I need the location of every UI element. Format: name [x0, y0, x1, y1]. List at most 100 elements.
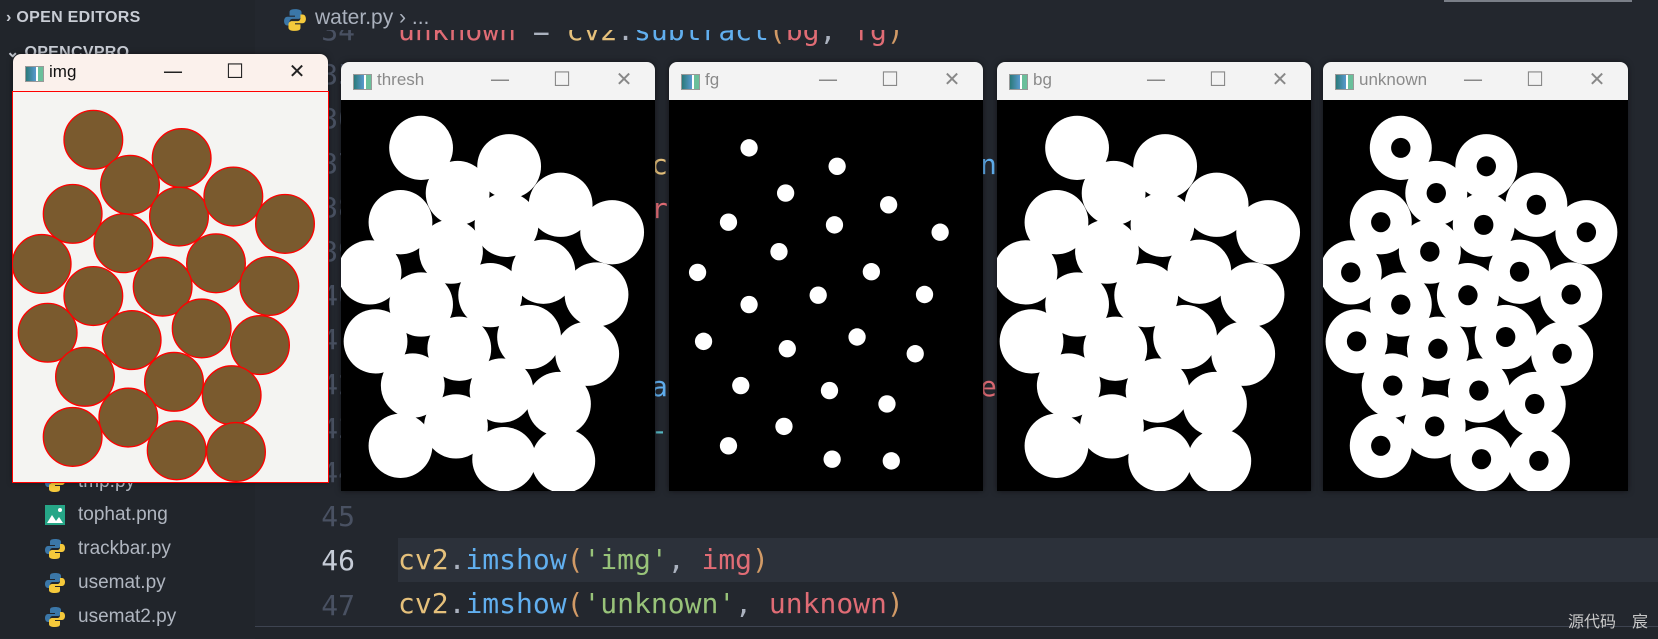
foreground-marker — [906, 345, 924, 363]
coin-mask — [1187, 428, 1252, 491]
window-bg[interactable]: bg — ☐ ✕ — [997, 62, 1311, 491]
scrollbar-indicator — [1444, 0, 1632, 2]
title-bar[interactable]: fg — ☐ ✕ — [669, 62, 983, 100]
breadcrumb: water.py › ... — [255, 0, 1658, 31]
foreground-marker — [931, 223, 949, 241]
minimize-button[interactable]: — — [158, 59, 188, 83]
unknown-hole — [1458, 285, 1478, 306]
img-image — [12, 91, 329, 483]
unknown-hole — [1474, 214, 1494, 235]
breadcrumb-symbols[interactable]: ... — [412, 6, 430, 29]
breadcrumb-file[interactable]: water.py — [315, 6, 393, 29]
app-icon — [25, 66, 44, 82]
coin — [206, 421, 266, 482]
minimize-button[interactable]: — — [485, 67, 515, 91]
unknown-hole — [1509, 261, 1530, 282]
status-source[interactable]: 源代码 — [1568, 608, 1616, 632]
unknown-hole — [1391, 294, 1411, 315]
code-line-46: cv2.imshow('img', img) — [398, 543, 769, 576]
minimize-button[interactable]: — — [813, 67, 843, 91]
maximize-button[interactable]: ☐ — [220, 59, 250, 83]
foreground-marker — [825, 216, 844, 234]
coin-mask — [1183, 371, 1247, 437]
status-user[interactable]: 宸 — [1632, 608, 1648, 632]
coin — [98, 387, 159, 448]
close-button[interactable]: ✕ — [937, 67, 967, 91]
code-line-47: cv2.imshow('unknown', unknown) — [398, 587, 904, 620]
foreground-marker — [828, 157, 846, 175]
foreground-marker — [732, 376, 750, 395]
window-title: bg — [1033, 70, 1052, 89]
coin — [239, 255, 300, 317]
window-title: unknown — [1359, 70, 1428, 89]
foreground-marker — [809, 286, 827, 304]
coin-mask — [527, 371, 591, 437]
foreground-marker — [740, 139, 758, 157]
python-icon — [44, 606, 66, 628]
window-thresh[interactable]: thresh — ☐ ✕ — [341, 62, 655, 491]
file-tophat-png[interactable]: tophat.png — [44, 500, 168, 530]
window-title: img — [49, 62, 77, 81]
unknown-hole — [1383, 375, 1403, 396]
minimize-button[interactable]: — — [1458, 67, 1488, 91]
file-usemat2-py[interactable]: usemat2.py — [44, 602, 176, 632]
coin — [13, 233, 72, 295]
coin — [100, 154, 160, 215]
window-unknown[interactable]: unknown — ☐ ✕ — [1323, 62, 1628, 491]
title-bar[interactable]: unknown — ☐ ✕ — [1323, 62, 1628, 100]
line-number: 45 — [321, 500, 355, 534]
coin-mask — [1128, 427, 1193, 491]
unknown-hole — [1471, 449, 1492, 470]
file-trackbar-py[interactable]: trackbar.py — [44, 534, 171, 564]
window-fg[interactable]: fg — ☐ ✕ — [669, 62, 983, 491]
minimize-button[interactable]: — — [1141, 67, 1171, 91]
title-bar[interactable]: thresh — ☐ ✕ — [341, 62, 655, 100]
unknown-hole — [1561, 284, 1581, 305]
coin — [55, 346, 115, 407]
title-bar[interactable]: bg — ☐ ✕ — [997, 62, 1311, 100]
coin-mask — [564, 262, 629, 327]
unknown-hole — [1525, 393, 1545, 415]
title-bar[interactable]: img — ☐ ✕ — [13, 54, 328, 92]
maximize-button[interactable]: ☐ — [547, 67, 577, 91]
line-number: 46 — [321, 544, 355, 578]
thresh-image — [341, 100, 655, 491]
unknown-hole — [1426, 183, 1446, 204]
app-icon — [1009, 74, 1028, 90]
coin-mask — [531, 428, 596, 491]
maximize-button[interactable]: ☐ — [1520, 67, 1550, 91]
unknown-hole — [1424, 416, 1445, 437]
python-icon — [44, 572, 66, 594]
foreground-marker — [740, 295, 758, 314]
close-button[interactable]: ✕ — [282, 59, 312, 83]
bg-image — [997, 100, 1311, 491]
coin — [171, 298, 232, 359]
app-icon — [681, 74, 700, 90]
unknown-hole — [1341, 262, 1361, 283]
status-bar — [255, 626, 1658, 639]
foreground-marker — [770, 242, 788, 261]
coin — [186, 233, 246, 294]
app-icon — [1335, 74, 1354, 90]
open-editors-section[interactable]: › OPEN EDITORS — [6, 9, 141, 27]
coin-mask — [472, 427, 537, 491]
maximize-button[interactable]: ☐ — [875, 67, 905, 91]
maximize-button[interactable]: ☐ — [1203, 67, 1233, 91]
close-button[interactable]: ✕ — [1265, 67, 1295, 91]
foreground-marker — [882, 452, 900, 470]
window-img[interactable]: img — ☐ ✕ — [12, 54, 329, 483]
file-usemat-py[interactable]: usemat.py — [44, 568, 166, 598]
coin-mask — [1236, 200, 1301, 265]
coin-mask — [580, 200, 645, 265]
foreground-marker — [823, 450, 841, 468]
coin — [255, 193, 315, 254]
foreground-marker — [848, 328, 866, 346]
close-button[interactable]: ✕ — [609, 67, 639, 91]
coin — [203, 166, 264, 227]
foreground-marker — [879, 196, 898, 214]
unknown-hole — [1428, 338, 1448, 359]
python-icon — [44, 538, 66, 560]
close-button[interactable]: ✕ — [1582, 67, 1612, 91]
coin — [201, 365, 262, 426]
coin-mask — [1220, 262, 1285, 327]
